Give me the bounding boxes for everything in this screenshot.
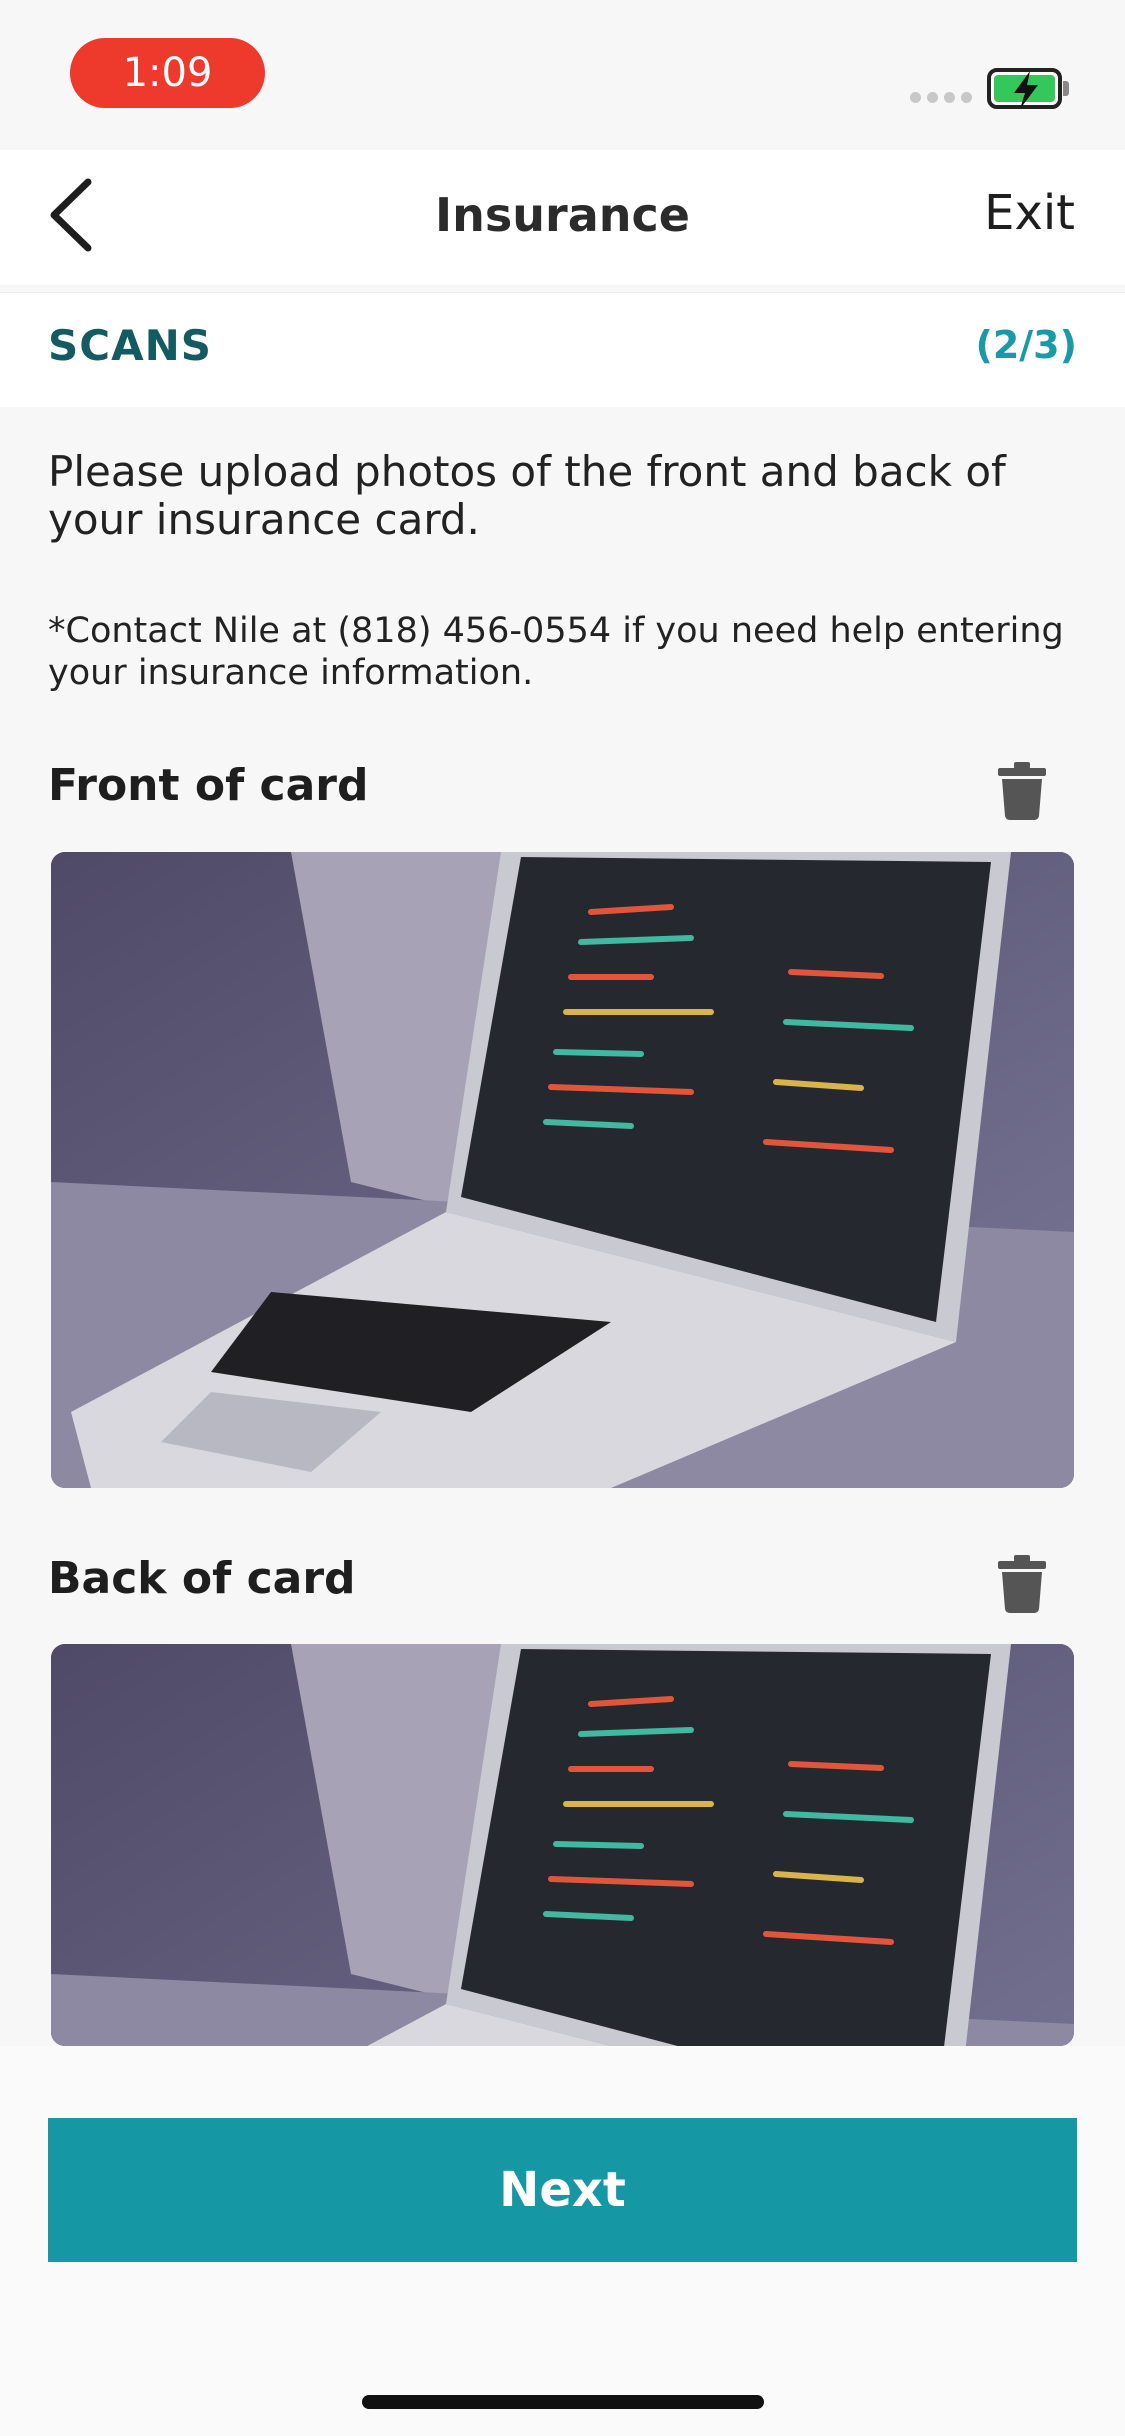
contact-note: *Contact Nile at (818) 456-0554 if you n… — [48, 611, 1064, 693]
section-title: SCANS — [48, 321, 212, 370]
trash-icon — [998, 762, 1046, 820]
status-bar: 1:09 — [0, 0, 1125, 150]
delete-back-button[interactable] — [998, 1555, 1046, 1613]
page-title: Insurance — [435, 188, 690, 242]
signal-icon — [910, 92, 972, 103]
step-counter: (2/3) — [975, 323, 1078, 367]
home-indicator — [362, 2395, 764, 2409]
back-card-label: Back of card — [48, 1553, 356, 1604]
status-time: 1:09 — [70, 38, 265, 108]
nav-header: Insurance Exit — [0, 150, 1125, 285]
front-card-photo[interactable] — [51, 852, 1074, 1488]
footer: Next — [0, 2046, 1125, 2436]
section-header: SCANS (2/3) — [0, 292, 1125, 407]
next-button[interactable]: Next — [48, 2118, 1077, 2262]
instructions-text: Please upload photos of the front and ba… — [48, 447, 1006, 544]
battery-icon — [987, 68, 1062, 109]
trash-icon — [998, 1555, 1046, 1613]
back-card-photo[interactable] — [51, 1644, 1074, 2046]
exit-button[interactable]: Exit — [984, 185, 1075, 241]
delete-front-button[interactable] — [998, 762, 1046, 820]
battery-cap — [1063, 81, 1069, 96]
front-card-label: Front of card — [48, 760, 369, 811]
